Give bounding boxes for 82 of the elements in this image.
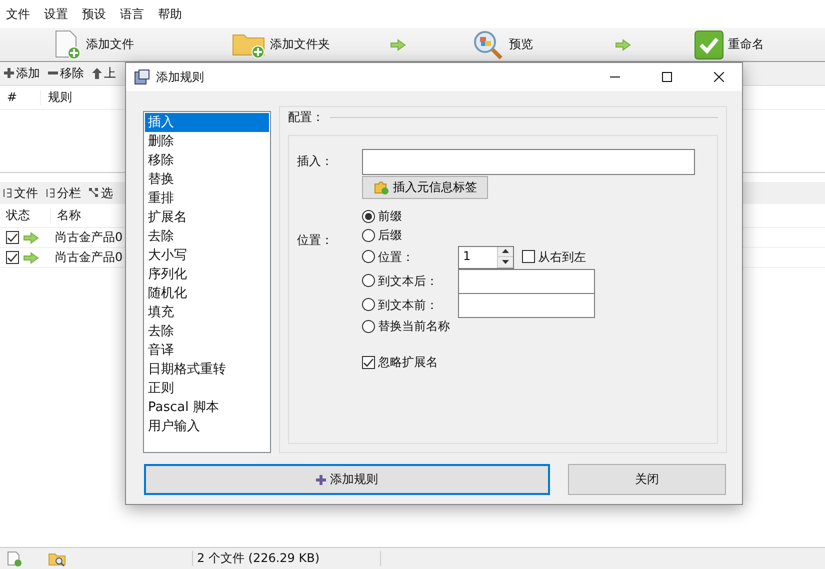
radio-option[interactable]: 到文本后： [362, 274, 458, 288]
list-item[interactable]: 随机化 [145, 284, 269, 303]
arrow-icon [23, 232, 39, 244]
field-label: 插入： [297, 154, 334, 170]
toolbar-button[interactable]: 选 [89, 186, 113, 200]
up-arrow-icon [92, 68, 102, 79]
arrow-icon [615, 38, 631, 50]
arrow-icon [23, 252, 39, 264]
columns-icon [46, 188, 55, 198]
radio-option[interactable]: 前缀 [362, 209, 458, 224]
up-icon [502, 249, 509, 254]
column-header: 状态 [5, 208, 31, 223]
add-rule-button[interactable]: 添加规则 [144, 464, 550, 495]
radio-option[interactable]: 位置： [362, 250, 458, 264]
number-spinner[interactable]: 1 [458, 246, 514, 268]
toolbar-button[interactable]: 预览 [473, 30, 533, 60]
list-item[interactable]: 序列化 [145, 265, 269, 284]
add-file-icon [6, 550, 22, 566]
nodes-icon [89, 188, 99, 198]
maximize-icon [662, 72, 672, 82]
status-text: 2 个文件 (226.29 KB) [192, 551, 381, 566]
magnifier-icon [473, 30, 505, 60]
close-icon [714, 72, 724, 82]
close-button[interactable]: 关闭 [568, 464, 726, 495]
list-item[interactable]: 插入 [145, 113, 269, 132]
app-icon [134, 69, 150, 85]
columns-icon [3, 188, 12, 198]
down-icon [502, 260, 509, 264]
file-name: 尚古金产品0 [55, 250, 123, 265]
list-item[interactable]: 去除 [145, 322, 269, 341]
text-field[interactable] [458, 292, 595, 318]
radio-option[interactable]: 替换当前名称 [362, 319, 458, 334]
menu-item[interactable]: 预设 [82, 6, 106, 22]
text-field[interactable] [458, 268, 595, 294]
list-item[interactable]: 移除 [145, 151, 269, 170]
toolbar-button[interactable]: 移除 [48, 66, 84, 81]
check-icon [363, 356, 374, 368]
window-title: 添加规则 [156, 70, 204, 84]
toolbar-button[interactable]: 添加 [4, 66, 40, 81]
column-header: 名称 [50, 208, 120, 223]
checkbox[interactable] [6, 231, 19, 244]
list-item[interactable]: 重排 [145, 189, 269, 208]
list-item[interactable]: 用户输入 [145, 417, 269, 436]
toolbar-button[interactable]: 上 [92, 66, 116, 81]
column-header: 规则 [40, 90, 110, 105]
radio-option[interactable]: 后缀 [362, 228, 458, 243]
field-label: 位置： [297, 233, 334, 249]
list-item[interactable]: 替换 [145, 170, 269, 189]
list-item[interactable]: 扩展名 [145, 208, 269, 227]
checkbox[interactable]: 从右到左 [522, 250, 586, 264]
list-item[interactable]: 填充 [145, 303, 269, 322]
check-icon [7, 252, 18, 263]
radio-option[interactable]: 到文本前： [362, 298, 458, 312]
toolbar-button[interactable]: 重命名 [694, 30, 764, 60]
file-name: 尚古金产品0 [55, 230, 123, 245]
arrow-icon [390, 38, 406, 50]
list-item[interactable]: 日期格式重转 [145, 360, 269, 379]
list-item[interactable]: 正则 [145, 379, 269, 398]
toolbar-button[interactable]: 文件 [3, 186, 38, 200]
insert-field[interactable] [362, 149, 695, 175]
check-icon [7, 232, 18, 243]
menu-item[interactable]: 帮助 [158, 6, 182, 22]
list-item[interactable]: 音译 [145, 341, 269, 360]
plus-icon [4, 68, 14, 78]
checkbox[interactable]: 忽略扩展名 [362, 355, 438, 370]
folder-search-icon [48, 550, 66, 566]
insert-tag-button[interactable]: 插入元信息标签 [362, 176, 488, 199]
menu-item[interactable]: 语言 [120, 6, 144, 22]
toolbar-button[interactable]: 添加文件夹 [232, 30, 330, 58]
list-item[interactable]: 删除 [145, 132, 269, 151]
toolbar-button[interactable]: 添加文件 [52, 30, 134, 60]
checkbox[interactable] [6, 251, 19, 264]
list-item[interactable]: 大小写 [145, 246, 269, 265]
list-item[interactable]: Pascal 脚本 [145, 398, 269, 417]
menu-item[interactable]: 设置 [44, 6, 68, 22]
group-label: 配置： [288, 110, 324, 124]
list-item[interactable]: 去除 [145, 227, 269, 246]
plus-icon [316, 474, 326, 484]
column-header: # [6, 90, 18, 105]
toolbar-button[interactable]: 分栏 [46, 186, 81, 200]
checkmark-icon [694, 30, 724, 60]
menu-item[interactable]: 文件 [6, 6, 30, 22]
